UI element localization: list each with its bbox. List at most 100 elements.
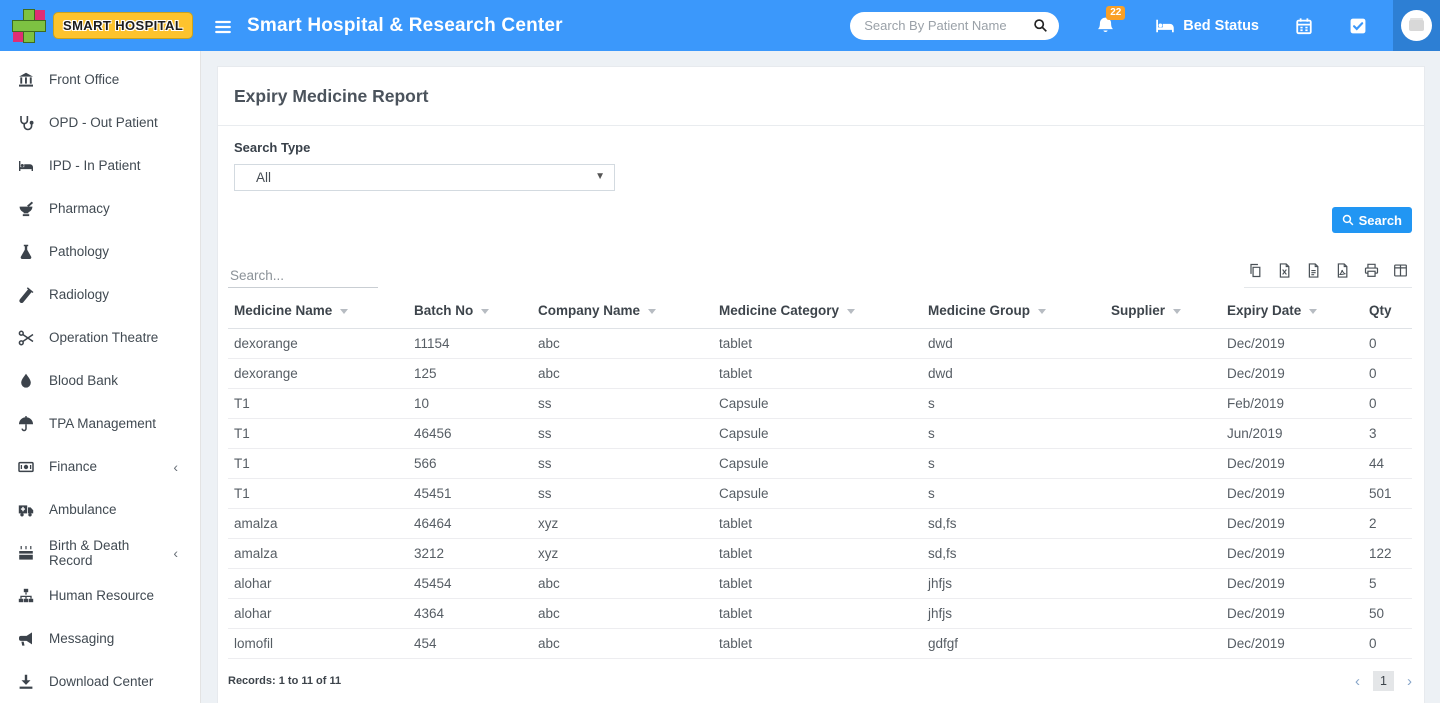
table-cell: T1: [228, 479, 408, 509]
user-menu[interactable]: [1393, 0, 1440, 51]
column-header-company-name[interactable]: Company Name: [532, 294, 713, 329]
csv-icon: [1306, 263, 1321, 278]
sidebar-item-front-office[interactable]: Front Office: [0, 58, 200, 101]
report-card: Expiry Medicine Report Search Type All ▼…: [217, 66, 1425, 703]
table-row: T146456ssCapsulesJun/20193: [228, 419, 1412, 449]
sort-icon: [481, 309, 489, 314]
export-copy-button[interactable]: [1246, 263, 1265, 278]
column-header-batch-no[interactable]: Batch No: [408, 294, 532, 329]
table-cell: tablet: [713, 539, 922, 569]
notifications-button[interactable]: 22: [1096, 16, 1115, 35]
table-cell: 5: [1363, 569, 1412, 599]
check-square-icon: [1349, 17, 1367, 35]
records-info: Records: 1 to 11 of 11: [228, 675, 341, 687]
table-cell: Capsule: [713, 419, 922, 449]
search-type-selected-value: All: [256, 170, 271, 185]
column-header-label: Medicine Group: [928, 303, 1030, 318]
app-logo[interactable]: SMART HOSPITAL: [0, 9, 201, 43]
export-pdf-button[interactable]: [1333, 263, 1352, 278]
export-print-button[interactable]: [1362, 263, 1381, 278]
export-excel-button[interactable]: [1275, 263, 1294, 278]
table-cell: Dec/2019: [1221, 599, 1363, 629]
pharmacy-icon: [18, 200, 35, 217]
sidebar-item-ipd-in-patient[interactable]: IPD - In Patient: [0, 144, 200, 187]
column-header-supplier[interactable]: Supplier: [1105, 294, 1221, 329]
column-header-medicine-category[interactable]: Medicine Category: [713, 294, 922, 329]
table-cell: 454: [408, 629, 532, 659]
export-buttons: [1244, 263, 1412, 288]
search-type-label: Search Type: [234, 140, 1408, 155]
columns-icon: [1393, 263, 1408, 278]
pagination-page-1[interactable]: 1: [1373, 671, 1394, 691]
column-header-medicine-group[interactable]: Medicine Group: [922, 294, 1105, 329]
pagination-next-button[interactable]: ›: [1407, 674, 1412, 689]
search-type-select[interactable]: All ▼: [234, 164, 615, 191]
sidebar-item-label: Birth & Death Record: [49, 538, 173, 568]
table-cell: ss: [532, 419, 713, 449]
sort-icon: [1309, 309, 1317, 314]
logo-text: SMART HOSPITAL: [53, 12, 193, 39]
table-row: alohar45454abctabletjhfjsDec/20195: [228, 569, 1412, 599]
sidebar-item-label: Operation Theatre: [49, 330, 158, 345]
sidebar-item-opd-out-patient[interactable]: OPD - Out Patient: [0, 101, 200, 144]
export-columns-button[interactable]: [1391, 263, 1410, 278]
sidebar-item-label: Download Center: [49, 674, 153, 689]
pagination-prev-button[interactable]: ‹: [1355, 674, 1360, 689]
column-header-label: Medicine Name: [234, 303, 332, 318]
column-header-label: Supplier: [1111, 303, 1165, 318]
menu-toggle-icon[interactable]: [214, 18, 232, 34]
sidebar-item-tpa-management[interactable]: TPA Management: [0, 402, 200, 445]
hospital-cross-icon: [12, 9, 46, 43]
sidebar-item-ambulance[interactable]: Ambulance: [0, 488, 200, 531]
table-search-input[interactable]: [228, 264, 378, 288]
bed-status-button[interactable]: Bed Status: [1155, 16, 1259, 36]
sidebar-item-pharmacy[interactable]: Pharmacy: [0, 187, 200, 230]
table-cell: ss: [532, 479, 713, 509]
sidebar-item-radiology[interactable]: Radiology: [0, 273, 200, 316]
table-cell: 125: [408, 359, 532, 389]
table-cell: Feb/2019: [1221, 389, 1363, 419]
table-cell: dwd: [922, 359, 1105, 389]
sidebar-item-human-resource[interactable]: Human Resource: [0, 574, 200, 617]
sidebar-item-operation-theatre[interactable]: Operation Theatre: [0, 316, 200, 359]
sidebar-item-birth-death-record[interactable]: Birth & Death Record‹: [0, 531, 200, 574]
column-header-medicine-name[interactable]: Medicine Name: [228, 294, 408, 329]
sidebar-item-label: Finance: [49, 459, 97, 474]
column-header-expiry-date[interactable]: Expiry Date: [1221, 294, 1363, 329]
sidebar-item-finance[interactable]: Finance‹: [0, 445, 200, 488]
sidebar-item-messaging[interactable]: Messaging: [0, 617, 200, 660]
sidebar-item-pathology[interactable]: Pathology: [0, 230, 200, 273]
sidebar-item-blood-bank[interactable]: Blood Bank: [0, 359, 200, 402]
table-row: amalza3212xyztabletsd,fsDec/2019122: [228, 539, 1412, 569]
table-cell: abc: [532, 329, 713, 359]
search-icon[interactable]: [1033, 18, 1048, 33]
table-cell: 50: [1363, 599, 1412, 629]
sidebar-item-download-center[interactable]: Download Center: [0, 660, 200, 703]
sidebar-item-label: OPD - Out Patient: [49, 115, 158, 130]
table-cell: [1105, 599, 1221, 629]
sort-icon: [340, 309, 348, 314]
column-header-label: Batch No: [414, 303, 473, 318]
calendar-button[interactable]: [1295, 17, 1313, 35]
table-cell: jhfjs: [922, 569, 1105, 599]
ipd-icon: [18, 157, 35, 174]
table-cell: 501: [1363, 479, 1412, 509]
bed-status-label: Bed Status: [1183, 18, 1259, 34]
table-cell: Dec/2019: [1221, 569, 1363, 599]
table-cell: jhfjs: [922, 599, 1105, 629]
messaging-icon: [18, 630, 35, 647]
sort-icon: [1173, 309, 1181, 314]
patient-search-input[interactable]: [864, 18, 1027, 33]
tasks-button[interactable]: [1349, 17, 1367, 35]
table-cell: s: [922, 449, 1105, 479]
main-content: Expiry Medicine Report Search Type All ▼…: [201, 51, 1440, 703]
search-button[interactable]: Search: [1332, 207, 1412, 233]
export-csv-button[interactable]: [1304, 263, 1323, 278]
table-cell: 4364: [408, 599, 532, 629]
table-row: T145451ssCapsulesDec/2019501: [228, 479, 1412, 509]
column-header-label: Expiry Date: [1227, 303, 1301, 318]
opd-icon: [18, 114, 35, 131]
table-cell: abc: [532, 569, 713, 599]
page-title: Expiry Medicine Report: [218, 67, 1424, 126]
column-header-qty[interactable]: Qty: [1363, 294, 1412, 329]
